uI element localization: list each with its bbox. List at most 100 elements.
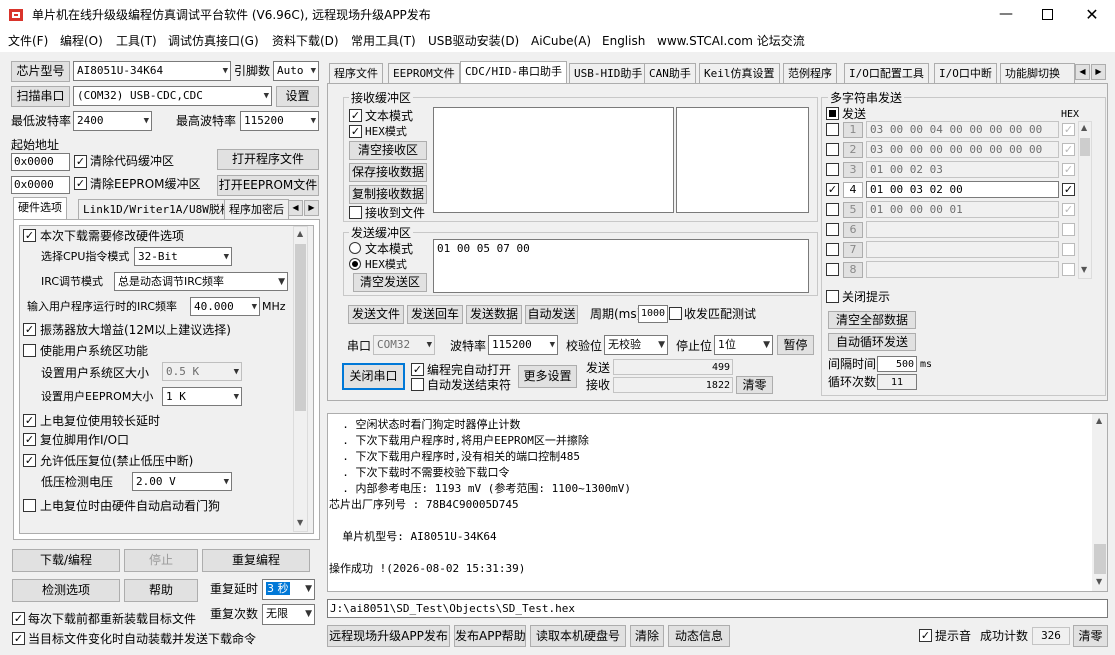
download-button[interactable]: 下载/编程 — [12, 549, 120, 572]
recv-text-mode-checkbox[interactable]: ✓ — [349, 109, 362, 122]
scroll-up-icon[interactable]: ▲ — [297, 229, 303, 238]
clear-all-data-button[interactable]: 清空全部数据 — [828, 311, 916, 329]
multi-row-send-checkbox[interactable] — [826, 143, 839, 156]
auto-loop-button[interactable]: 自动循环发送 — [828, 333, 916, 351]
tab-can[interactable]: CAN助手 — [644, 63, 696, 83]
multi-row-hex-checkbox[interactable] — [1062, 223, 1075, 236]
send-hex-mode-radio[interactable] — [349, 258, 361, 270]
send-text-mode-radio[interactable] — [349, 242, 361, 254]
tab-offline-programmer[interactable]: Link1D/Writer1A/U8W脱机 — [78, 199, 236, 219]
multi-row-hex-checkbox[interactable]: ✓ — [1062, 163, 1075, 176]
auto-end-checkbox[interactable] — [411, 378, 424, 391]
multi-row-value-input[interactable]: 03 00 00 00 00 00 00 00 00 — [866, 141, 1059, 158]
multi-row-hex-checkbox[interactable]: ✓ — [1062, 143, 1075, 156]
clear-log-button[interactable]: 清除 — [630, 625, 664, 647]
baud-select[interactable]: 115200 ▼ — [488, 335, 558, 355]
multi-row-hex-checkbox[interactable]: ✓ — [1062, 123, 1075, 136]
pins-select[interactable]: Auto ▼ — [273, 61, 319, 81]
recv-hex-area[interactable] — [676, 107, 809, 213]
log-scrollbar[interactable]: ▲ ▼ — [1092, 414, 1107, 591]
menu-aicube[interactable]: AiCube(A) — [531, 33, 591, 49]
menu-website[interactable]: www.STCAI.com 论坛交流 — [657, 33, 805, 49]
auto-send-button[interactable]: 自动发送 — [525, 305, 578, 324]
menu-common-tools[interactable]: 常用工具(T) — [351, 33, 416, 49]
tab-scroll-left-button[interactable]: ◀ — [288, 200, 303, 216]
reset-io-checkbox[interactable]: ✓ — [23, 433, 36, 446]
multi-row-send-button[interactable]: 8 — [843, 262, 863, 278]
multi-row-send-button[interactable]: 6 — [843, 222, 863, 238]
multi-row-value-input[interactable] — [866, 241, 1059, 258]
publish-app-button[interactable]: 远程现场升级APP发布 — [327, 625, 450, 647]
menu-download[interactable]: 资料下载(D) — [272, 33, 339, 49]
menu-program[interactable]: 编程(O) — [60, 33, 103, 49]
repeat-count-select[interactable]: 无限 ▼ — [262, 604, 315, 625]
multi-row-send-checkbox[interactable] — [826, 163, 839, 176]
stop-bits-select[interactable]: 1位 ▼ — [714, 335, 773, 355]
multi-row-send-button[interactable]: 4 — [843, 182, 863, 198]
interval-input[interactable]: 500 — [877, 356, 917, 372]
auto-open-checkbox[interactable]: ✓ — [411, 363, 424, 376]
menu-english[interactable]: English — [602, 33, 645, 49]
copy-recv-button[interactable]: 复制接收数据 — [349, 185, 427, 204]
multi-row-send-checkbox[interactable] — [826, 243, 839, 256]
multi-row-hex-checkbox[interactable]: ✓ — [1062, 183, 1075, 196]
clear-code-checkbox[interactable]: ✓ — [74, 155, 87, 168]
scroll-thumb[interactable] — [295, 244, 306, 411]
dynamic-info-button[interactable]: 动态信息 — [668, 625, 730, 647]
clear-send-button[interactable]: 清空发送区 — [353, 273, 427, 292]
multi-row-send-button[interactable]: 1 — [843, 122, 863, 138]
multi-send-scrollbar[interactable]: ▲ ▼ — [1078, 121, 1092, 279]
match-test-checkbox[interactable] — [669, 307, 682, 320]
close-port-button[interactable]: 关闭串口 — [342, 363, 405, 390]
publish-help-button[interactable]: 发布APP帮助 — [454, 625, 526, 647]
send-data-button[interactable]: 发送数据 — [466, 305, 522, 324]
log-output[interactable]: . 空闲状态时看门狗定时器停止计数 . 下次下载用户程序时,将用户EEPROM区… — [327, 413, 1108, 592]
parity-select[interactable]: 无校验 ▼ — [604, 335, 668, 355]
recv-to-file-checkbox[interactable] — [349, 206, 362, 219]
multi-row-hex-checkbox[interactable]: ✓ — [1062, 203, 1075, 216]
reload-checkbox[interactable]: ✓ — [12, 612, 25, 625]
tab-scroll-right-button[interactable]: ▶ — [304, 200, 319, 216]
chip-type-select[interactable]: AI8051U-34K64 ▼ — [73, 61, 231, 81]
pause-button[interactable]: 暂停 — [777, 335, 814, 355]
multi-row-send-button[interactable]: 7 — [843, 242, 863, 258]
irc-mode-select[interactable]: 总是动态调节IRC频率 ▼ — [114, 272, 288, 291]
main-tab-right-button[interactable]: ▶ — [1091, 64, 1106, 80]
reprogram-button[interactable]: 重复编程 — [202, 549, 310, 572]
multi-row-value-input[interactable]: 03 00 00 04 00 00 00 00 00 — [866, 121, 1059, 138]
multi-row-hex-checkbox[interactable] — [1062, 243, 1075, 256]
multi-row-send-checkbox[interactable] — [826, 123, 839, 136]
port-select[interactable]: (COM32) USB-CDC,CDC ▼ — [73, 86, 272, 106]
multi-row-hex-checkbox[interactable] — [1062, 263, 1075, 276]
recv-hex-mode-checkbox[interactable]: ✓ — [349, 125, 362, 138]
chip-type-button[interactable]: 芯片型号 — [11, 61, 70, 82]
tab-usb-hid[interactable]: USB-HID助手 — [569, 63, 648, 83]
tab-eeprom-file[interactable]: EEPROM文件 — [388, 63, 460, 83]
multi-row-send-checkbox[interactable]: ✓ — [826, 183, 839, 196]
multi-row-send-checkbox[interactable] — [826, 263, 839, 276]
modify-hw-checkbox[interactable]: ✓ — [23, 229, 36, 242]
multi-row-send-button[interactable]: 2 — [843, 142, 863, 158]
tab-keil-settings[interactable]: Keil仿真设置 — [699, 63, 780, 83]
lvd-select[interactable]: 2.00 V ▼ — [132, 472, 232, 491]
max-baud-select[interactable]: 115200 ▼ — [240, 111, 319, 131]
scroll-thumb[interactable] — [1080, 138, 1090, 156]
send-text-area[interactable]: 01 00 05 07 00 — [433, 239, 809, 293]
clear-eeprom-checkbox[interactable]: ✓ — [74, 177, 87, 190]
close-hint-checkbox[interactable] — [826, 290, 839, 303]
scroll-thumb[interactable] — [1094, 544, 1106, 574]
user-sys-checkbox[interactable] — [23, 344, 36, 357]
more-settings-button[interactable]: 更多设置 — [518, 365, 577, 388]
clear-success-count-button[interactable]: 清零 — [1073, 625, 1108, 647]
tab-program-file[interactable]: 程序文件 — [329, 63, 383, 83]
minimize-button[interactable]: — — [985, 0, 1027, 30]
tab-pin-switch[interactable]: 功能脚切换 — [1000, 63, 1075, 83]
scroll-down-icon[interactable]: ▼ — [297, 518, 303, 527]
tab-hardware-options[interactable]: 硬件选项 — [13, 197, 67, 220]
eeprom-address-input[interactable]: 0x0000 — [11, 176, 70, 194]
port-settings-button[interactable]: 设置 — [276, 86, 319, 107]
tab-io-config[interactable]: I/O口配置工具 — [844, 63, 929, 83]
scroll-up-icon[interactable]: ▲ — [1096, 416, 1102, 425]
loop-count-input[interactable]: 11 — [877, 374, 917, 390]
irc-freq-input[interactable]: 40.000 ▼ — [190, 297, 260, 316]
